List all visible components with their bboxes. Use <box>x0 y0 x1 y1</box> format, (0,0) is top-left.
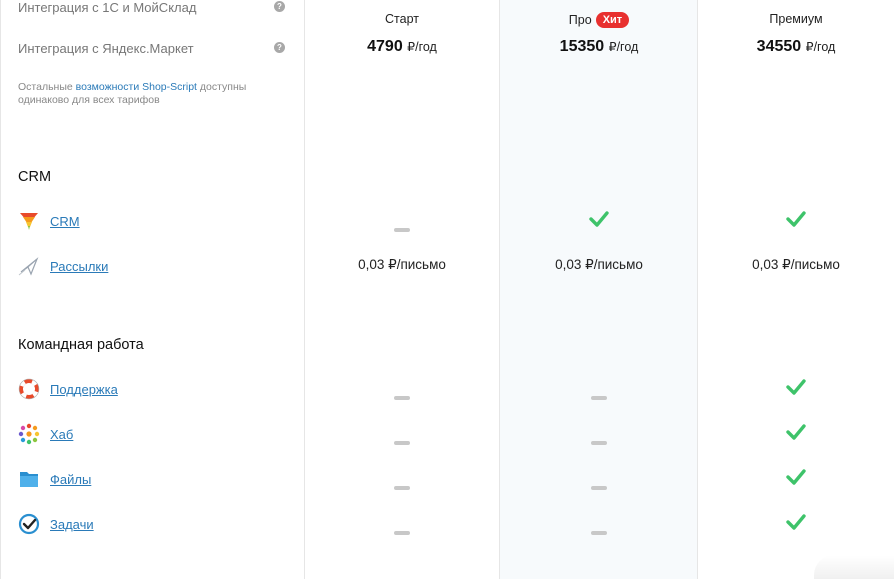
pricing-table: Интеграция с 1С и МойСклад ? Интеграция … <box>0 0 894 579</box>
features-note: Остальные возможности Shop-Script доступ… <box>18 81 247 106</box>
app-link-support[interactable]: Поддержка <box>50 382 118 397</box>
plan-start-price: 4790 ₽/год <box>367 38 437 55</box>
cell-crm-premium <box>698 210 894 228</box>
feature-1c-label: Интеграция с 1С и МойСклад <box>18 0 197 15</box>
lifebuoy-icon <box>18 378 40 400</box>
cell-hub-premium <box>698 423 894 441</box>
plan-start-name: Старт <box>385 12 419 26</box>
dash-icon <box>394 441 410 445</box>
cell-mailer-start: 0,03 ₽/письмо <box>358 257 446 272</box>
cell-hub-pro <box>500 432 698 450</box>
dash-icon <box>394 486 410 490</box>
help-icon[interactable]: ? <box>274 42 285 53</box>
plan-pro-price: 15350 ₽/год <box>559 38 639 55</box>
cell-files-start <box>305 477 499 495</box>
check-icon <box>786 514 806 530</box>
dash-icon <box>591 441 607 445</box>
dash-icon <box>591 396 607 400</box>
section-title-crm: CRM <box>18 169 52 185</box>
dash-icon <box>591 486 607 490</box>
dash-icon <box>591 531 607 535</box>
section-title-team: Командная работа <box>18 337 144 353</box>
tasks-icon <box>18 513 40 535</box>
cell-crm-start <box>305 219 499 237</box>
cell-tasks-start <box>305 522 499 540</box>
help-icon[interactable]: ? <box>274 1 285 12</box>
left-border <box>0 0 1 579</box>
check-icon <box>786 211 806 227</box>
app-link-hub[interactable]: Хаб <box>50 427 73 442</box>
cell-mailer-premium: 0,03 ₽/письмо <box>752 257 840 272</box>
cell-support-pro <box>500 387 698 405</box>
shop-script-features-link[interactable]: возможности Shop-Script <box>76 81 197 93</box>
dash-icon <box>394 531 410 535</box>
dash-icon <box>394 396 410 400</box>
cell-support-premium <box>698 378 894 396</box>
cell-hub-start <box>305 432 499 450</box>
check-icon <box>786 424 806 440</box>
app-link-mailer[interactable]: Рассылки <box>50 259 108 274</box>
plan-premium-price: 34550 ₽/год <box>756 38 836 55</box>
app-link-files[interactable]: Файлы <box>50 472 91 487</box>
hub-icon <box>18 423 40 445</box>
cell-tasks-premium <box>698 513 894 531</box>
plan-pro-name: Про Хит <box>500 12 698 28</box>
app-link-crm[interactable]: CRM <box>50 214 80 229</box>
cell-crm-pro <box>500 210 698 228</box>
corner-shadow <box>814 555 894 579</box>
plan-premium-name: Премиум <box>769 12 823 26</box>
check-icon <box>786 379 806 395</box>
cell-tasks-pro <box>500 522 698 540</box>
cell-files-premium <box>698 468 894 486</box>
cell-mailer-pro: 0,03 ₽/письмо <box>555 257 643 272</box>
crm-funnel-icon <box>20 213 38 230</box>
feature-yandex-label: Интеграция с Яндекс.Маркет <box>18 41 194 56</box>
check-icon <box>786 469 806 485</box>
mailer-icon <box>18 257 39 276</box>
folder-icon <box>20 472 38 487</box>
dash-icon <box>394 228 410 232</box>
cell-files-pro <box>500 477 698 495</box>
hit-badge: Хит <box>595 12 630 28</box>
check-icon <box>589 211 609 227</box>
cell-support-start <box>305 387 499 405</box>
app-link-tasks[interactable]: Задачи <box>50 517 94 532</box>
